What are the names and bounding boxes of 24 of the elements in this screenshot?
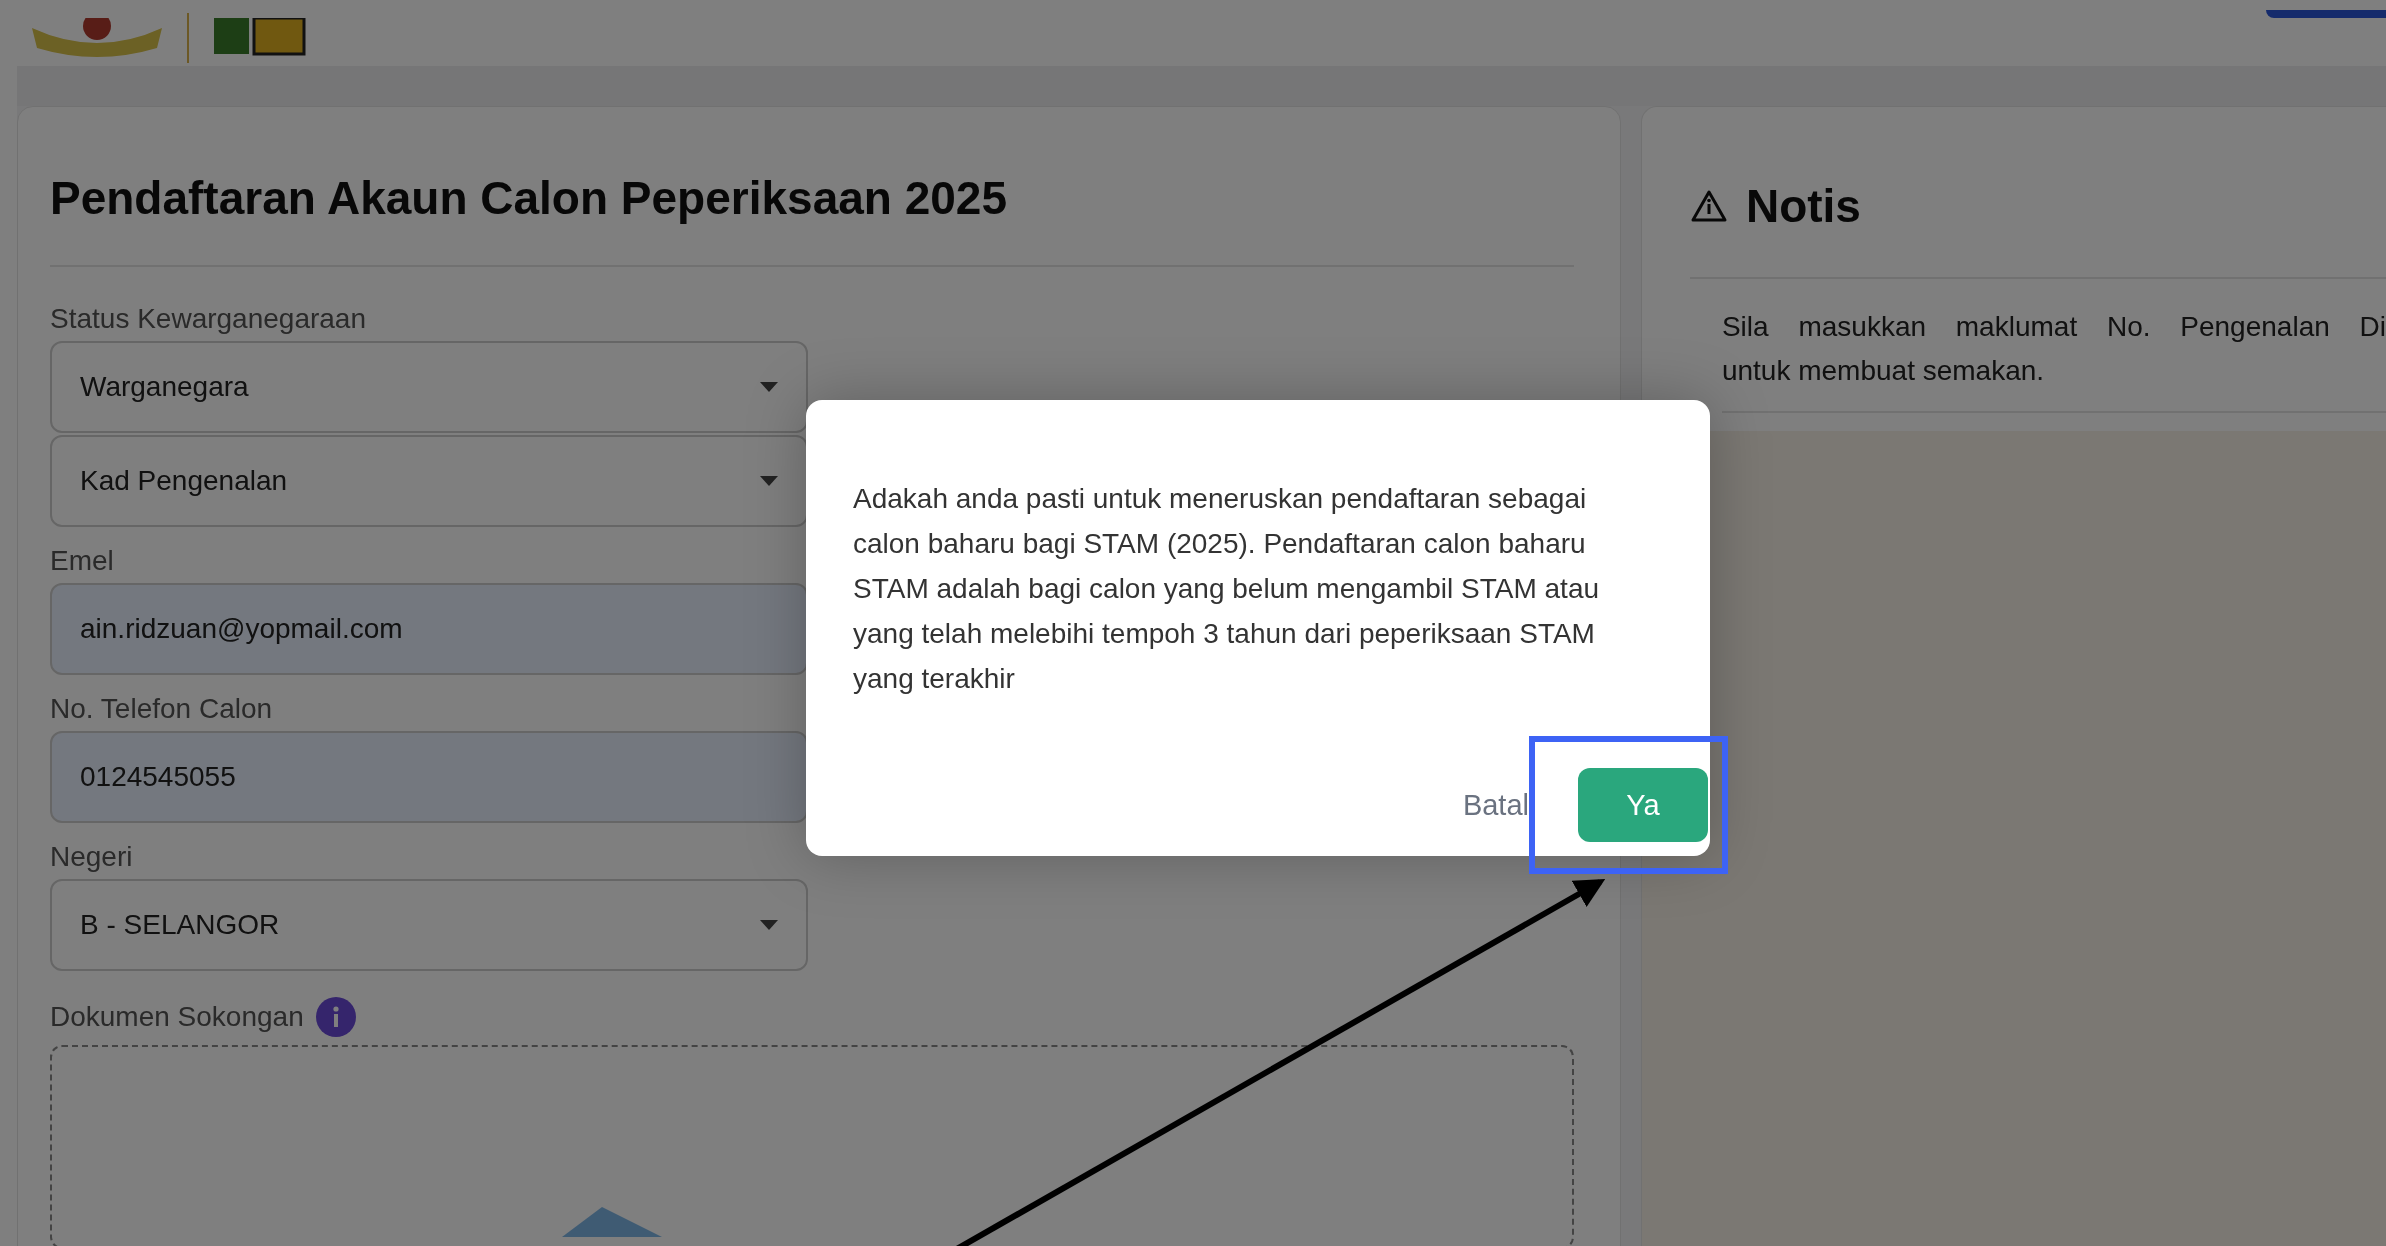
notice-text: Sila masukkan maklumat No. Pengenalan Di: [1721, 310, 2386, 344]
notice-title: Notis: [1745, 179, 1861, 233]
select-field[interactable]: B - SELANGOR: [50, 879, 808, 971]
info-icon[interactable]: [315, 997, 356, 1037]
header-button[interactable]: [2266, 10, 2386, 18]
caret-icon: [760, 382, 778, 392]
confirm-button[interactable]: Ya: [1578, 768, 1708, 842]
cancel-button[interactable]: Batal: [1462, 788, 1529, 822]
form-title: Pendaftaran Akaun Calon Peperiksaan 2025: [50, 171, 1008, 225]
field-label: Status Kewarganegaraan: [50, 303, 367, 335]
field-label: No. Telefon Calon: [50, 693, 274, 725]
dialog-message: Adakah anda pasti untuk meneruskan pendaftaran sebagai calon baharu bagi STAM (2025). Pendaftaran calon baharu STAM adalah bagi calon yang belum mengambil STAM atau yang telah melebihi tempoh 3 tahun dari peperiksaan STAM yang terakhir: [853, 482, 1601, 696]
select-field[interactable]: Warganegara: [50, 341, 808, 433]
field-label: Negeri: [50, 841, 134, 873]
input-field[interactable]: 0124545055: [50, 731, 808, 823]
caret-icon: [760, 920, 778, 930]
warning-icon: [1689, 189, 1728, 223]
field-label: Emel: [50, 545, 115, 577]
input-field[interactable]: ain.ridzuan@yopmail.com: [50, 583, 808, 675]
notice-text: untuk membuat semakan.: [1721, 354, 2046, 388]
upload-dropzone[interactable]: [50, 1045, 1574, 1246]
select-field[interactable]: Kad Pengenalan: [50, 435, 808, 527]
caret-icon: [760, 476, 778, 486]
field-label: Dokumen Sokongan: [50, 1001, 304, 1033]
